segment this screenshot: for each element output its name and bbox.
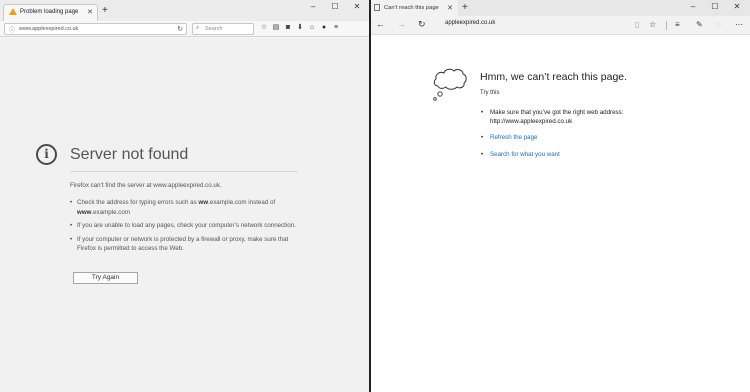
firefox-search-box[interactable]: ⌕ Search (192, 23, 254, 35)
home-icon[interactable]: ⌂ (306, 24, 318, 31)
reading-view-icon[interactable]: ▯ (635, 20, 639, 30)
list-item: Search for what you want (481, 150, 661, 160)
share-icon[interactable]: ◌ (716, 20, 721, 30)
minimize-icon[interactable]: – (302, 2, 324, 11)
reload-icon[interactable]: ↻ (177, 25, 183, 33)
reading-list-icon[interactable]: ▤ (270, 23, 282, 31)
list-item: If you are unable to load any pages, che… (70, 221, 300, 231)
minimize-icon[interactable]: – (682, 2, 704, 11)
firefox-tab-title: Problem loading page (20, 9, 79, 15)
list-item: Make sure that you’ve got the right web … (481, 108, 661, 127)
suggestion-list: Check the address for typing errors such… (70, 198, 300, 258)
list-item: Refresh the page (481, 133, 661, 143)
new-tab-button[interactable]: + (102, 6, 108, 16)
close-tab-icon[interactable]: ✕ (87, 8, 93, 16)
web-note-icon[interactable]: ✎ (696, 20, 703, 30)
firefox-tab[interactable]: Problem loading page ✕ (3, 4, 98, 21)
maximize-icon[interactable]: ☐ (704, 2, 726, 11)
firefox-toolbar-icons: ☆ ▤ ◙ ⬇ ⌂ ● ≡ (258, 23, 342, 31)
edge-tab-title: Can’t reach this page (384, 5, 439, 11)
pocket-icon[interactable]: ◙ (282, 24, 294, 31)
firefox-window-controls: – ☐ ✕ (302, 2, 368, 11)
edge-suggestion-list: Make sure that you’ve got the right web … (481, 108, 661, 167)
list-item: Check the address for typing errors such… (70, 198, 300, 217)
forward-icon[interactable]: → (397, 19, 406, 30)
firefox-url-text: www.appleexpired.co.uk (19, 26, 79, 32)
back-icon[interactable]: ← (376, 19, 385, 30)
edge-titlebar: Can’t reach this page ✕ + – ☐ ✕ (371, 0, 750, 16)
info-circle-icon: i (36, 144, 57, 165)
toolbar-separator (666, 21, 667, 30)
refresh-page-link[interactable]: Refresh the page (490, 134, 537, 141)
info-icon[interactable]: ⓘ (9, 25, 15, 34)
bookmark-star-icon[interactable]: ☆ (258, 23, 270, 31)
close-tab-icon[interactable]: ✕ (447, 4, 453, 12)
try-again-button[interactable]: Try Again (73, 272, 138, 284)
edge-url-text[interactable]: appleexpired.co.uk (445, 20, 495, 26)
error-title: Server not found (70, 146, 189, 163)
chat-icon[interactable]: ● (318, 24, 330, 31)
refresh-icon[interactable]: ↻ (418, 19, 426, 30)
downloads-icon[interactable]: ⬇ (294, 23, 306, 31)
firefox-window: Problem loading page ✕ + – ☐ ✕ ⓘ www.apple… (0, 0, 370, 392)
try-this-label: Try this (480, 90, 500, 96)
search-placeholder: Search (205, 26, 223, 32)
edge-window: Can’t reach this page ✕ + – ☐ ✕ ← → ↻ appl… (371, 0, 750, 392)
maximize-icon[interactable]: ☐ (324, 2, 346, 11)
error-description: Firefox can’t find the server at www.app… (70, 182, 222, 189)
edge-window-controls: – ☐ ✕ (682, 2, 748, 11)
screenshot: Problem loading page ✕ + – ☐ ✕ ⓘ www.apple… (0, 0, 750, 392)
favorite-star-icon[interactable]: ☆ (649, 20, 656, 30)
divider (70, 171, 298, 172)
hub-icon[interactable]: ≡ (675, 20, 680, 30)
search-icon: ⌕ (196, 25, 200, 31)
new-tab-button[interactable]: + (462, 3, 468, 13)
close-window-icon[interactable]: ✕ (726, 2, 748, 11)
firefox-toolbar: ⓘ www.appleexpired.co.uk ↻ ⌕ Search ☆ ▤ ◙ ⬇… (0, 21, 370, 37)
page-icon (374, 4, 380, 11)
edge-toolbar: ← → ↻ appleexpired.co.uk ▯ ☆ ≡ ✎ ◌ ⋯ (371, 16, 750, 35)
menu-icon[interactable]: ≡ (330, 24, 342, 31)
edge-tab[interactable]: Can’t reach this page ✕ (371, 0, 458, 16)
list-item: If your computer or network is protected… (70, 235, 300, 254)
search-link[interactable]: Search for what you want (490, 151, 560, 158)
error-heading: Hmm, we can’t reach this page. (480, 71, 628, 83)
close-window-icon[interactable]: ✕ (346, 2, 368, 11)
firefox-url-bar[interactable]: ⓘ www.appleexpired.co.uk ↻ (4, 23, 187, 35)
firefox-titlebar: Problem loading page ✕ + – ☐ ✕ (0, 0, 370, 21)
warning-icon (9, 8, 17, 15)
thought-cloud-icon (433, 68, 467, 101)
more-icon[interactable]: ⋯ (735, 20, 743, 30)
